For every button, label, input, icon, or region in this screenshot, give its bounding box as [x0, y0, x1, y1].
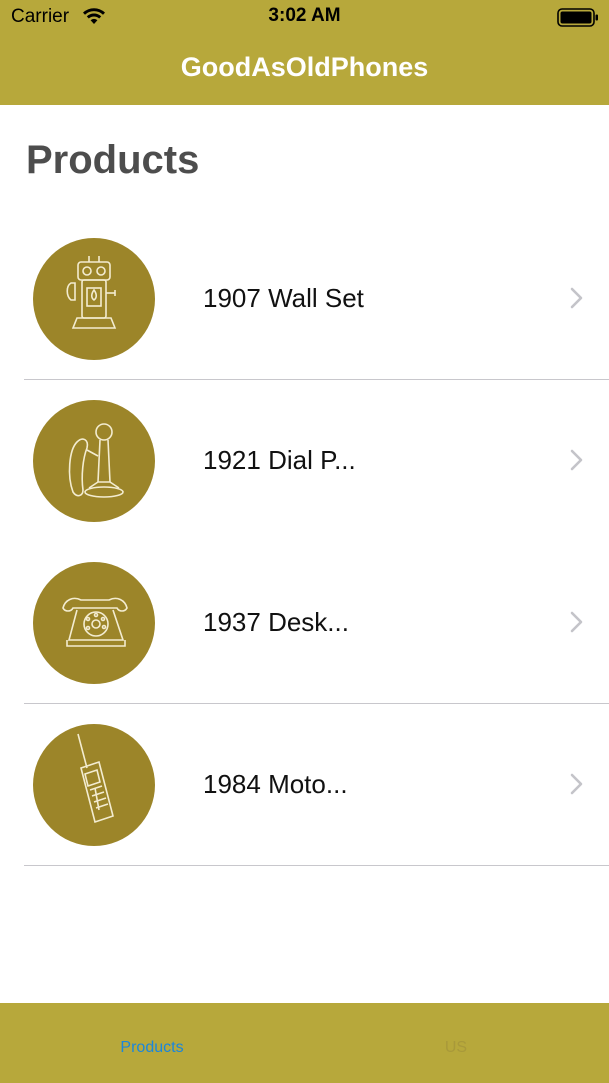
product-row-1921-dial-phone[interactable]: 1921 Dial P...: [0, 380, 609, 542]
page-title: Products: [26, 138, 200, 182]
wall-phone-icon: [66, 256, 117, 329]
status-time: 3:02 AM: [268, 5, 341, 26]
status-bar: Carrier 3:02 AM: [0, 0, 609, 34]
tab-bar: Products US: [0, 1003, 609, 1083]
rotary-desk-phone-icon: [62, 597, 128, 647]
product-name: 1921 Dial P...: [203, 445, 356, 475]
row-divider: [24, 865, 609, 866]
product-name: 1984 Moto...: [203, 769, 348, 799]
chevron-right-icon: [570, 287, 583, 309]
tab-products[interactable]: Products: [0, 1003, 304, 1083]
tab-us[interactable]: US: [304, 1003, 608, 1083]
chevron-right-icon: [570, 449, 583, 471]
product-list: 1907 Wall Set 1921 Dial P... 1937 Desk..…: [0, 218, 609, 866]
tab-us-label: US: [444, 1039, 468, 1056]
candlestick-phone-icon: [68, 423, 124, 498]
battery-icon: [557, 8, 598, 27]
product-row-1984-motorola[interactable]: 1984 Moto...: [0, 704, 609, 866]
chevron-right-icon: [570, 773, 583, 795]
nav-title: GoodAsOldPhones: [180, 52, 429, 82]
product-thumbnail: [33, 562, 155, 684]
product-name: 1937 Desk...: [203, 607, 349, 637]
product-thumbnail: [33, 400, 155, 522]
product-name: 1907 Wall Set: [203, 283, 364, 313]
tab-products-label: Products: [120, 1039, 184, 1056]
chevron-right-icon: [570, 611, 583, 633]
product-thumbnail: [33, 724, 155, 846]
product-thumbnail: [33, 238, 155, 360]
product-row-1907-wall-set[interactable]: 1907 Wall Set: [0, 218, 609, 380]
top-navigation-bar: Carrier 3:02 AM GoodAsOldPhones: [0, 0, 609, 105]
product-row-1937-desk-phone[interactable]: 1937 Desk...: [0, 542, 609, 704]
brick-mobile-phone-icon: [77, 733, 114, 824]
